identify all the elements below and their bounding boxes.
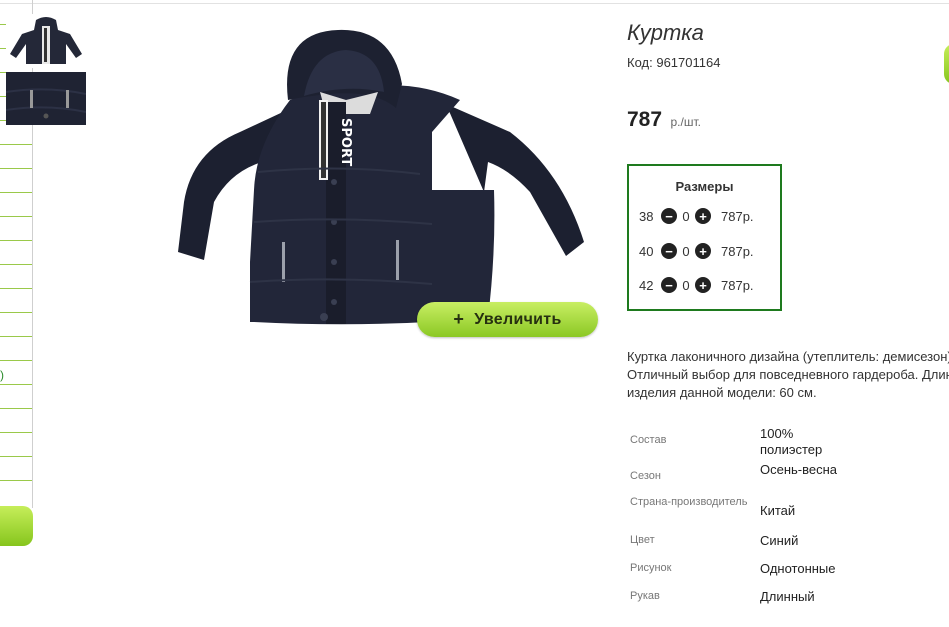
sidebar-divider xyxy=(0,192,32,193)
sidebar-mark: ) xyxy=(0,368,4,382)
spec-value: 100% полиэстер xyxy=(760,426,823,457)
spec-label: Сезон xyxy=(630,470,661,482)
sizes-title: Размеры xyxy=(675,179,734,194)
spec-value: Синий xyxy=(760,533,799,548)
sidebar-divider xyxy=(0,288,32,289)
sidebar-divider xyxy=(0,312,32,313)
spec-label: Рисунок xyxy=(630,562,672,574)
jacket-thumbnail-image xyxy=(10,17,82,64)
jacket-detail-image xyxy=(5,72,87,125)
spec-label: Цвет xyxy=(630,534,655,546)
spec-label: Рукав xyxy=(630,590,660,602)
plus-icon[interactable]: + xyxy=(695,208,711,224)
sidebar-divider xyxy=(0,480,32,481)
plus-icon[interactable]: + xyxy=(695,277,711,293)
plus-icon[interactable]: + xyxy=(695,243,711,259)
right-edge-tab[interactable] xyxy=(944,44,949,84)
thumbnail-jacket-detail[interactable] xyxy=(5,72,87,125)
minus-icon[interactable]: − xyxy=(661,277,677,293)
sidebar-green-button[interactable] xyxy=(0,506,33,546)
quantity-value: 0 xyxy=(682,243,690,259)
minus-icon[interactable]: − xyxy=(661,208,677,224)
minus-icon[interactable]: − xyxy=(661,243,677,259)
spec-label: Состав xyxy=(630,434,667,446)
zoom-button-label: Увеличить xyxy=(474,310,562,328)
plus-icon: + xyxy=(453,309,465,329)
jacket-print-text: SPORT xyxy=(338,118,353,166)
spec-value: Длинный xyxy=(760,589,815,604)
jacket-image: SPORT xyxy=(178,29,584,325)
size-row: 38 − 0 + 787р. xyxy=(639,206,754,226)
quantity-value: 0 xyxy=(682,277,690,293)
size-price: 787р. xyxy=(721,208,754,224)
sidebar-divider xyxy=(0,408,32,409)
product-title: Куртка xyxy=(627,20,704,45)
sidebar-divider xyxy=(0,456,32,457)
size-value: 42 xyxy=(639,277,654,293)
size-price: 787р. xyxy=(721,243,754,259)
size-price: 787р. xyxy=(721,277,754,293)
sizes-box: Размеры 38 − 0 + 787р. 40 − 0 + 787р. 42… xyxy=(627,164,782,311)
product-image[interactable]: SPORT xyxy=(170,22,590,332)
size-row: 42 − 0 + 787р. xyxy=(639,275,754,295)
spec-label: Страна-производитель xyxy=(630,496,748,508)
sidebar-divider xyxy=(0,240,32,241)
product-code: Код: 961701164 xyxy=(627,55,720,70)
sidebar-divider xyxy=(0,216,32,217)
sidebar-divider xyxy=(0,264,32,265)
top-divider xyxy=(0,3,949,4)
product-code-value: 961701164 xyxy=(656,55,721,70)
sidebar-divider xyxy=(0,168,32,169)
sidebar-divider xyxy=(0,384,32,385)
price-value: 787 xyxy=(627,108,663,131)
spec-value: Китай xyxy=(760,503,796,518)
sidebar-divider xyxy=(0,336,32,337)
size-value: 40 xyxy=(639,243,654,259)
spec-value: Однотонные xyxy=(760,561,836,576)
zoom-button[interactable]: + Увеличить xyxy=(417,302,598,337)
quantity-value: 0 xyxy=(682,208,690,224)
price-unit: р./шт. xyxy=(670,115,701,129)
spec-value: Осень-весна xyxy=(760,462,838,477)
thumbnail-jacket-front[interactable] xyxy=(6,14,86,68)
size-row: 40 − 0 + 787р. xyxy=(639,241,754,261)
product-description: Куртка лаконичного дизайна (утеплитель: … xyxy=(627,349,949,400)
size-value: 38 xyxy=(639,208,654,224)
product-code-label: Код: xyxy=(627,55,653,70)
sidebar-divider xyxy=(0,144,32,145)
sidebar-divider xyxy=(0,360,32,361)
sidebar-divider xyxy=(0,432,32,433)
product-price: 787 р./шт. xyxy=(627,108,701,132)
